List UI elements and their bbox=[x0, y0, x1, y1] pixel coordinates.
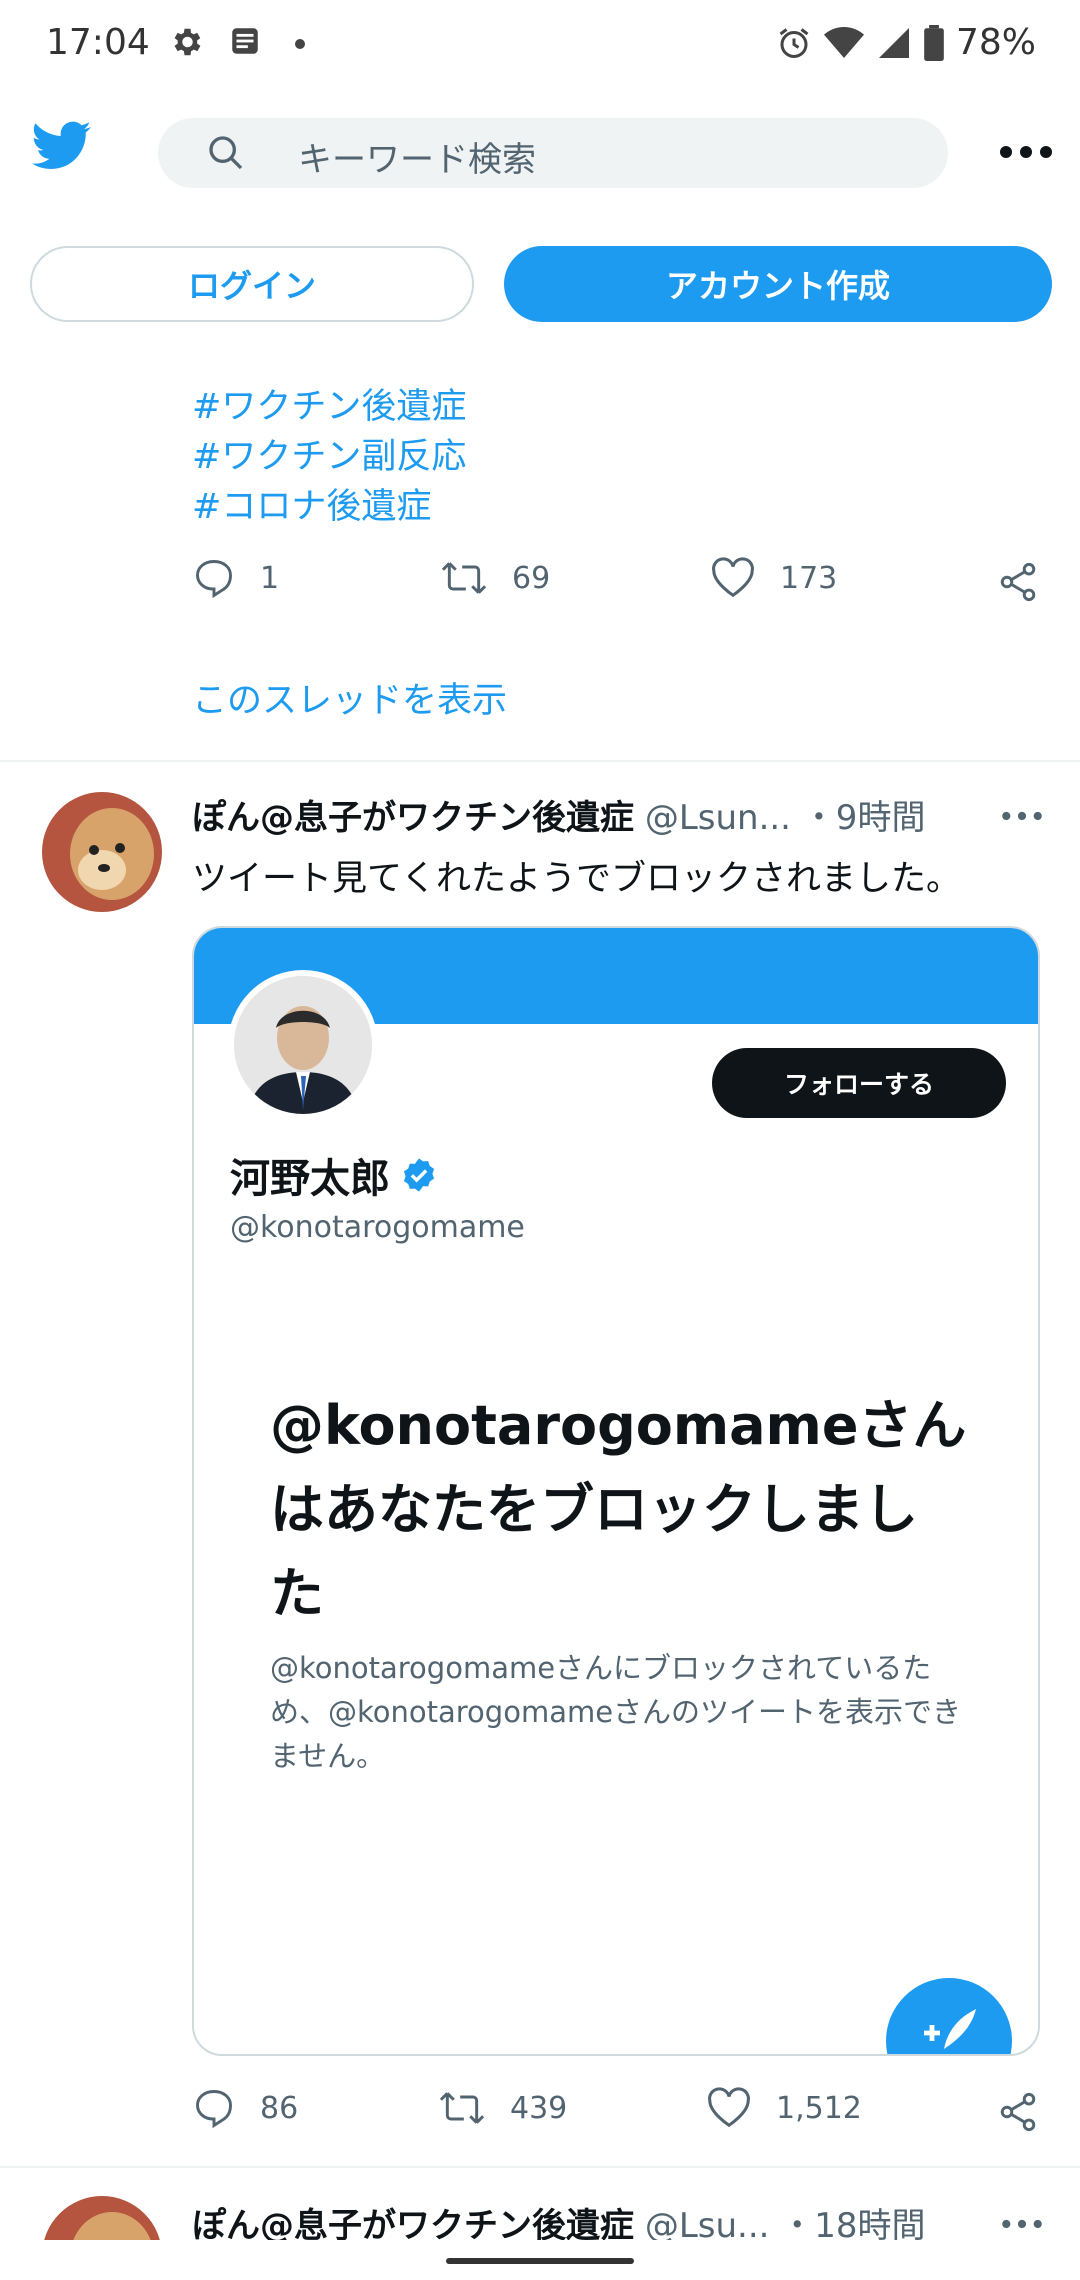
battery-icon bbox=[924, 24, 944, 61]
more-icon[interactable] bbox=[1000, 2214, 1044, 2234]
share-icon[interactable] bbox=[996, 2090, 1040, 2134]
tweet-actions: 1 69 173 bbox=[192, 556, 1042, 616]
avatar[interactable] bbox=[42, 792, 162, 912]
like-button[interactable]: 173 bbox=[710, 556, 837, 600]
heart-icon bbox=[712, 557, 754, 598]
reply-count: 86 bbox=[260, 2090, 299, 2126]
tweet-text: ツイート見てくれたようでブロックされました。 bbox=[192, 859, 961, 899]
hashtag-link[interactable]: #コロナ後遺症 bbox=[192, 478, 431, 529]
more-icon[interactable] bbox=[1000, 806, 1044, 826]
dot-icon bbox=[295, 39, 305, 49]
profile-handle: @konotarogomame bbox=[230, 1210, 525, 1245]
tweet-actions: 86 439 1,512 bbox=[192, 2086, 1042, 2146]
signal-icon bbox=[878, 27, 909, 58]
like-button[interactable]: 1,512 bbox=[706, 2086, 862, 2130]
battery-level: 78% bbox=[955, 22, 1036, 63]
reply-count: 1 bbox=[260, 560, 280, 596]
twitter-bird-icon[interactable] bbox=[32, 120, 92, 172]
retweet-icon bbox=[439, 2092, 485, 2124]
gear-icon bbox=[174, 28, 201, 56]
user-handle[interactable]: @Lsun... bbox=[645, 798, 791, 838]
like-count: 1,512 bbox=[776, 2090, 862, 2126]
profile-name-text: 河野太郎 bbox=[230, 1156, 390, 1202]
verified-badge-icon bbox=[403, 1158, 435, 1192]
blocked-title: @konotarogomameさんはあなたをブロックしました bbox=[270, 1394, 967, 1625]
search-icon bbox=[209, 136, 243, 170]
dog-avatar-icon bbox=[42, 792, 162, 912]
reply-icon bbox=[196, 2090, 232, 2129]
search-input[interactable]: キーワード検索 bbox=[298, 132, 536, 181]
reply-button[interactable]: 1 bbox=[192, 556, 279, 600]
profile-photo bbox=[228, 970, 378, 1120]
compose-fab bbox=[886, 1978, 1012, 2054]
hashtag-link[interactable]: #ワクチン副反応 bbox=[192, 428, 466, 479]
divider bbox=[0, 2166, 1080, 2168]
status-time: 17:04 bbox=[46, 22, 150, 63]
status-bar: 17:04 78% bbox=[0, 0, 1080, 90]
person-photo-icon bbox=[234, 976, 372, 1114]
profile-name: 河野太郎 bbox=[230, 1146, 438, 1204]
blocked-description: @konotarogomameさんにブロックされているため、@konotarog… bbox=[270, 1651, 962, 1773]
user-name[interactable]: ぽん@息子がワクチン後遺症 bbox=[192, 798, 634, 838]
search-bar[interactable]: キーワード検索 bbox=[158, 118, 948, 188]
hashtag-link[interactable]: #ワクチン後遺症 bbox=[192, 378, 466, 429]
login-button[interactable]: ログイン bbox=[30, 246, 474, 322]
alarm-icon bbox=[779, 27, 809, 58]
like-count: 173 bbox=[780, 560, 838, 596]
signup-button[interactable]: アカウント作成 bbox=[504, 246, 1052, 322]
retweet-button[interactable]: 69 bbox=[440, 556, 550, 600]
retweet-button[interactable]: 439 bbox=[438, 2086, 567, 2130]
heart-icon bbox=[708, 2087, 750, 2128]
tweet-header: ぽん@息子がワクチン後遺症 @Lsun... ・9時間 bbox=[192, 790, 925, 839]
retweet-icon bbox=[441, 562, 487, 594]
show-thread-link[interactable]: このスレッドを表示 bbox=[192, 672, 507, 723]
reply-icon bbox=[196, 560, 232, 599]
retweet-count: 439 bbox=[510, 2090, 568, 2126]
more-icon[interactable] bbox=[998, 132, 1054, 172]
compose-icon bbox=[924, 2009, 976, 2049]
retweet-count: 69 bbox=[512, 560, 551, 596]
top-bar: キーワード検索 bbox=[0, 110, 1080, 200]
follow-button: フォローする bbox=[712, 1048, 1006, 1118]
share-icon[interactable] bbox=[996, 560, 1040, 604]
tweet-time: ・9時間 bbox=[801, 798, 926, 838]
divider bbox=[0, 760, 1080, 762]
wifi-icon bbox=[823, 26, 864, 58]
tweet-image[interactable]: フォローする 河野太郎 @konotarogomame @konotarogom… bbox=[192, 926, 1040, 2056]
news-icon bbox=[232, 28, 258, 54]
home-indicator[interactable] bbox=[446, 2258, 634, 2264]
reply-button[interactable]: 86 bbox=[192, 2086, 298, 2130]
